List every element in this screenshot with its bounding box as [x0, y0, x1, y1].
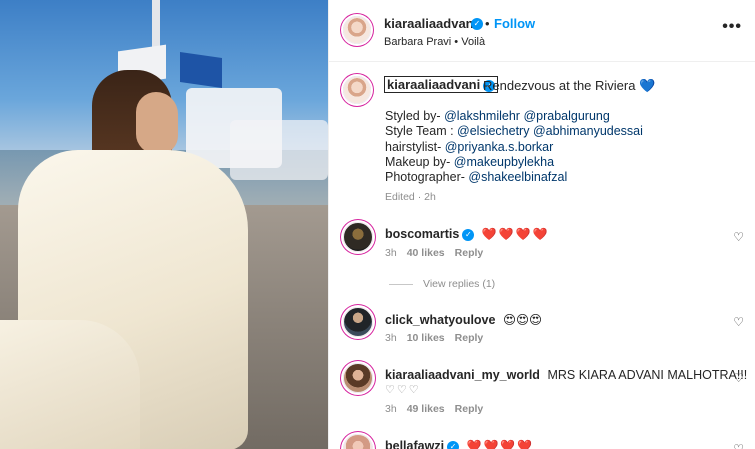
mention-link[interactable]: @shakeelbinafzal — [468, 170, 567, 184]
reply-button[interactable]: Reply — [455, 332, 484, 344]
commenter-username[interactable]: kiaraaliaadvani_my_world — [385, 368, 540, 382]
comment-meta: 3h 40 likes Reply — [385, 247, 483, 259]
comment-likes[interactable]: 40 likes — [407, 247, 445, 259]
verified-badge-icon: ✓ — [468, 16, 483, 30]
comment-text: ❤️❤️❤️❤️ — [466, 439, 535, 449]
mention-link[interactable]: @priyanka.s.borkar — [445, 140, 554, 154]
photo-dress-train — [0, 320, 140, 449]
like-heart-icon[interactable]: ♡ — [733, 442, 744, 449]
commenter-avatar[interactable] — [343, 363, 373, 393]
credit-label: Makeup by- — [385, 154, 454, 169]
mention-link[interactable]: @elsiechetry @abhimanyudessai — [457, 124, 643, 138]
caption-text: Rendezvous at the Riviera — [483, 78, 636, 93]
credit-label: Style Team : — [385, 124, 458, 139]
commenter-avatar[interactable] — [343, 307, 373, 337]
comment-likes[interactable]: 10 likes — [407, 332, 445, 344]
commenter-avatar[interactable] — [343, 434, 373, 449]
credit-label: Styled by- — [385, 109, 445, 123]
view-replies-link[interactable]: View replies (1) — [389, 278, 495, 290]
audio-subtitle[interactable]: Barbara Pravi • Voilà — [384, 36, 485, 48]
comment-body: boscomartis ✓ ❤️❤️❤️❤️ — [385, 227, 550, 241]
reply-button[interactable]: Reply — [455, 403, 484, 415]
comment-text-hearts: ♡♡♡ — [385, 384, 421, 396]
caption-username-text[interactable]: kiaraaliaadvani — [387, 77, 480, 92]
comment-time: 3h — [385, 247, 397, 259]
view-replies-label[interactable]: View replies (1) — [423, 278, 495, 290]
blue-heart-emoji: 💙 — [639, 78, 656, 93]
photo-yacht — [230, 120, 328, 180]
comment-body: kiaraaliaadvani_my_world MRS KIARA ADVAN… — [385, 368, 747, 382]
credit-line: Style Team : @elsiechetry @abhimanyudess… — [385, 124, 643, 139]
more-dots-icon[interactable]: ••• — [722, 18, 742, 36]
commenter-username[interactable]: bellafawzi — [385, 439, 444, 449]
caption-timestamp: Edited · 2h — [385, 191, 436, 203]
caption-avatar[interactable] — [343, 76, 371, 104]
post-header: kiaraaliaadvani ✓ • Follow Barbara Pravi… — [329, 0, 755, 62]
comment-text: ❤️❤️❤️❤️ — [481, 227, 550, 241]
reply-button[interactable]: Reply — [455, 247, 484, 259]
credit-label: hairstylist- — [385, 139, 445, 154]
credit-line: Styled by- @lakshmilehr @prabalgurung — [385, 109, 643, 124]
comment-text: 😍😍😍 — [502, 313, 543, 327]
credit-line: hairstylist- @priyanka.s.borkar — [385, 140, 643, 155]
caption-username[interactable]: kiaraaliaadvani ✓ — [384, 76, 499, 93]
credit-line: Makeup by- @makeupbylekha — [385, 155, 643, 170]
comment-body: click_whatyoulove 😍😍😍 — [385, 312, 542, 327]
caption-first-line: Rendezvous at the Riviera 💙 — [483, 78, 655, 94]
mention-link[interactable]: @lakshmilehr @prabalgurung — [444, 109, 610, 123]
mention-link[interactable]: @makeupbylekha — [454, 155, 554, 169]
photo-flag-blue — [180, 52, 222, 88]
author-username[interactable]: kiaraaliaadvani — [384, 16, 477, 31]
credit-label: Photographer- — [385, 170, 469, 185]
comment-likes[interactable]: 49 likes — [407, 403, 445, 415]
post-side-panel: kiaraaliaadvani ✓ • Follow Barbara Pravi… — [328, 0, 755, 449]
like-heart-icon[interactable]: ♡ — [733, 315, 744, 329]
like-heart-icon[interactable]: ♡ — [733, 230, 744, 244]
photo-face — [136, 92, 178, 154]
commenter-username[interactable]: boscomartis — [385, 227, 459, 241]
verified-badge-icon: ✓ — [447, 440, 460, 449]
caption-credits: Styled by- @lakshmilehr @prabalgurung St… — [385, 109, 643, 185]
comment-time: 3h — [385, 332, 397, 344]
comment-meta: 3h 49 likes Reply — [385, 403, 483, 415]
verified-badge-icon: ✓ — [462, 228, 475, 241]
separator-dot: • — [485, 16, 490, 31]
divider-line — [389, 283, 413, 285]
post-photo[interactable] — [0, 0, 328, 449]
follow-button[interactable]: Follow — [494, 16, 535, 31]
comment-body: bellafawzi ✓ ❤️❤️❤️❤️ — [385, 439, 534, 449]
author-avatar[interactable] — [343, 16, 371, 44]
comment-time: 3h — [385, 403, 397, 415]
commenter-username[interactable]: click_whatyoulove — [385, 313, 495, 327]
comment-meta: 3h 10 likes Reply — [385, 332, 483, 344]
like-heart-icon[interactable]: ♡ — [733, 371, 744, 385]
comment-text: MRS KIARA ADVANI MALHOTRA!!! — [547, 368, 748, 382]
commenter-avatar[interactable] — [343, 222, 373, 252]
credit-line: Photographer- @shakeelbinafzal — [385, 170, 643, 185]
